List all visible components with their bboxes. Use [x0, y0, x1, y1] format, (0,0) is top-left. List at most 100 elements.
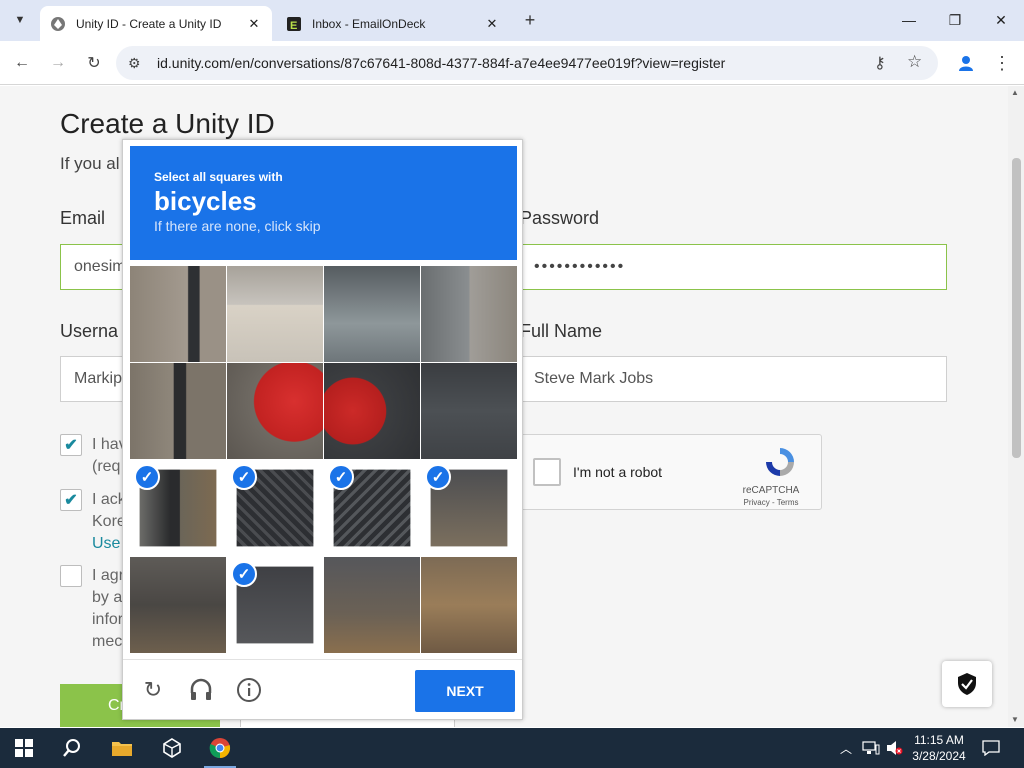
recaptcha-privacy-terms[interactable]: Privacy - Terms	[731, 498, 811, 507]
challenge-tile[interactable]	[421, 557, 517, 653]
search-icon[interactable]	[48, 728, 96, 768]
challenge-tile[interactable]	[130, 266, 226, 362]
tab-unity-id[interactable]: Unity ID - Create a Unity ID ✕	[40, 6, 272, 41]
tile-selected-check-icon: ✓	[328, 464, 354, 490]
tab-search-button[interactable]: ▼	[8, 9, 32, 31]
close-tab-icon[interactable]: ✕	[482, 14, 502, 34]
windows-taskbar: ︿ 11:15 AM 3/28/2024	[0, 728, 1024, 768]
challenge-tile[interactable]	[324, 557, 420, 653]
profile-icon[interactable]	[952, 49, 980, 77]
challenge-image-grid: ✓ ✓ ✓ ✓ ✓	[130, 266, 517, 653]
page-subtitle: If you al	[60, 154, 120, 173]
challenge-tile[interactable]	[421, 363, 517, 459]
next-button[interactable]: NEXT	[415, 670, 515, 712]
terms-checkbox-3[interactable]	[60, 565, 82, 587]
recaptcha-checkbox[interactable]	[533, 458, 561, 486]
tile-image	[421, 363, 517, 459]
scroll-down-arrow-icon[interactable]: ▼	[1011, 715, 1019, 724]
challenge-tile[interactable]	[324, 266, 420, 362]
unity-hub-icon[interactable]	[148, 728, 196, 768]
fullname-field[interactable]: Steve Mark Jobs	[520, 356, 947, 402]
recaptcha-challenge: Select all squares with bicycles If ther…	[122, 139, 523, 720]
terms-checkbox-1[interactable]: ✔	[60, 434, 82, 456]
scroll-up-arrow-icon[interactable]: ▲	[1011, 88, 1019, 97]
forward-icon[interactable]: →	[44, 49, 72, 77]
challenge-tile[interactable]: ✓	[130, 460, 226, 556]
tile-selected-check-icon: ✓	[425, 464, 451, 490]
new-tab-button[interactable]: +	[518, 9, 542, 31]
challenge-tile[interactable]	[227, 363, 323, 459]
recaptcha-logo-icon	[763, 445, 797, 484]
audio-challenge-icon[interactable]	[187, 676, 215, 704]
challenge-keyword: bicycles	[154, 186, 257, 216]
tile-selected-check-icon: ✓	[134, 464, 160, 490]
back-icon[interactable]: ←	[8, 49, 36, 77]
menu-kebab-icon[interactable]: ⋮	[988, 49, 1016, 77]
reload-icon[interactable]: ↻	[80, 49, 108, 77]
terms-line: I ack	[92, 491, 126, 508]
tile-selected-check-icon: ✓	[231, 464, 257, 490]
info-icon[interactable]	[235, 676, 263, 704]
terms-checkbox-2[interactable]: ✔	[60, 489, 82, 511]
recaptcha-anchor: I'm not a robot reCAPTCHA Privacy - Term…	[520, 434, 822, 510]
address-bar[interactable]: ⚙ id.unity.com/en/conversations/87c67641…	[116, 46, 938, 80]
challenge-tile[interactable]	[130, 363, 226, 459]
minimize-button[interactable]: —	[886, 0, 932, 40]
email-label: Email	[60, 208, 106, 228]
recaptcha-brand: reCAPTCHA	[742, 485, 800, 496]
network-icon[interactable]	[862, 728, 880, 768]
username-label: Userna	[60, 321, 119, 341]
password-field[interactable]: ••••••••••••	[520, 244, 947, 290]
terms-line: Kore	[92, 513, 126, 530]
fullname-label: Full Name	[520, 321, 603, 341]
challenge-header: Select all squares with bicycles If ther…	[130, 146, 517, 260]
volume-muted-icon[interactable]	[886, 728, 904, 768]
tile-image	[130, 557, 226, 653]
page-title: Create a Unity ID	[60, 108, 275, 139]
file-explorer-icon[interactable]	[98, 728, 146, 768]
tray-chevron-icon[interactable]: ︿	[840, 728, 852, 768]
close-tab-icon[interactable]: ✕	[244, 14, 264, 34]
challenge-tile[interactable]: ✓	[227, 460, 323, 556]
emailondeck-favicon-icon: E	[286, 16, 302, 32]
tab-emailondeck[interactable]: E Inbox - EmailOnDeck ✕	[276, 6, 510, 41]
reload-challenge-icon[interactable]: ↻	[139, 676, 167, 704]
tile-image	[227, 363, 323, 459]
challenge-instruction: Select all squares with	[154, 170, 283, 184]
chrome-icon[interactable]	[196, 728, 244, 768]
bookmark-star-icon[interactable]: ☆	[907, 52, 922, 72]
challenge-tile[interactable]: ✓	[227, 557, 323, 653]
challenge-tile[interactable]	[324, 363, 420, 459]
tile-image	[227, 266, 323, 362]
challenge-tile[interactable]: ✓	[324, 460, 420, 556]
browser-tab-strip: ▼ Unity ID - Create a Unity ID ✕ E Inbox…	[0, 0, 1024, 41]
clock-date: 3/28/2024	[912, 749, 966, 763]
challenge-footer: ↻ NEXT	[123, 659, 522, 719]
terms-text-2: I ack Kore Use	[92, 489, 126, 555]
password-key-icon[interactable]: ⚷	[874, 53, 886, 73]
svg-text:E: E	[290, 20, 297, 32]
taskbar-clock[interactable]: 11:15 AM 3/28/2024	[906, 732, 972, 764]
browser-toolbar: ← → ↻ ⚙ id.unity.com/en/conversations/87…	[0, 41, 1024, 85]
terms-line: mec	[92, 633, 123, 650]
close-window-button[interactable]: ✕	[978, 0, 1024, 40]
challenge-tile[interactable]: ✓	[421, 460, 517, 556]
tab-title: Unity ID - Create a Unity ID	[76, 16, 222, 31]
security-shield-icon[interactable]	[942, 661, 992, 707]
challenge-tile[interactable]	[130, 557, 226, 653]
challenge-tile[interactable]	[227, 266, 323, 362]
tile-image	[130, 266, 226, 362]
tile-image	[130, 363, 226, 459]
notifications-icon[interactable]	[982, 728, 1000, 768]
start-button[interactable]	[0, 728, 48, 768]
unity-favicon-icon	[50, 16, 66, 32]
site-info-icon[interactable]: ⚙	[128, 55, 141, 72]
scrollbar-thumb[interactable]	[1012, 158, 1021, 458]
tile-image	[421, 266, 517, 362]
restore-button[interactable]: ❐	[932, 0, 978, 40]
terms-link[interactable]: Use	[92, 533, 126, 555]
clock-time: 11:15 AM	[914, 733, 964, 747]
page-scrollbar[interactable]: ▲ ▼	[1008, 86, 1024, 727]
password-label: Password	[520, 208, 600, 228]
challenge-tile[interactable]	[421, 266, 517, 362]
